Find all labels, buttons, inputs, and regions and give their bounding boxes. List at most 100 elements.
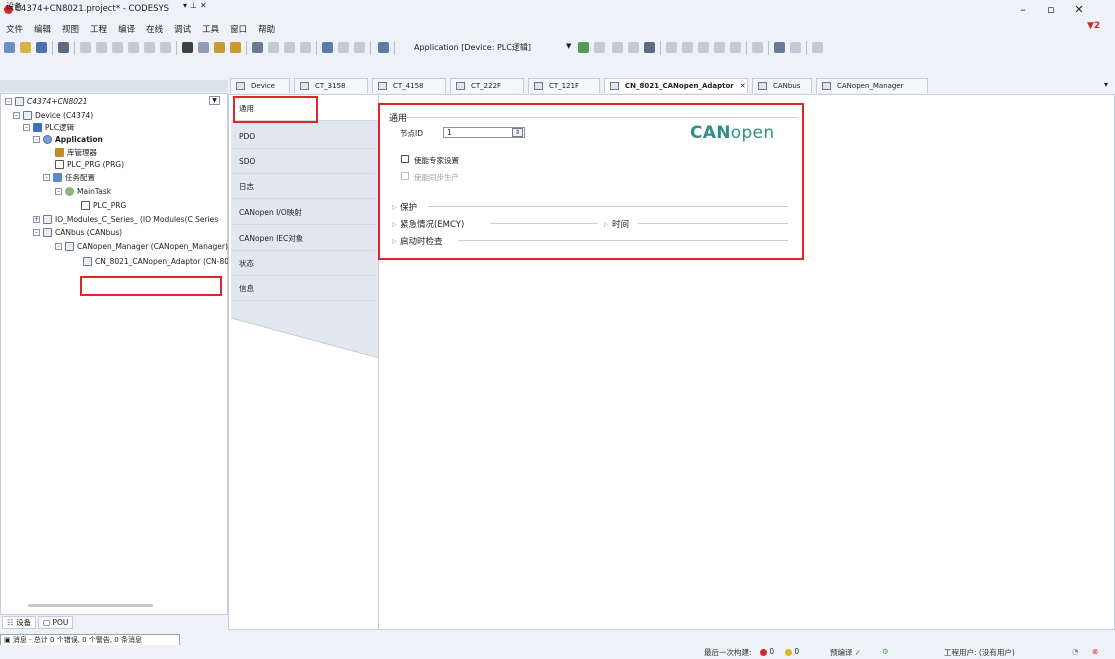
bookmark-next-icon[interactable] (230, 42, 241, 53)
paste-icon[interactable] (144, 42, 155, 53)
sidetab-status[interactable]: 状态 (231, 251, 376, 276)
collapse-icon[interactable]: – (13, 112, 20, 119)
tab-ct121f[interactable]: CT_121F (528, 78, 600, 93)
undo-icon[interactable] (80, 42, 91, 53)
tree-node-plc-prg[interactable]: PLC_PRG (PRG) (55, 159, 124, 170)
close-tab-icon[interactable]: ✕ (740, 82, 746, 90)
monitor-icon[interactable] (812, 42, 823, 53)
tree-node-cn8021-adaptor[interactable]: CN_8021_CANopen_Adaptor (CN-80 (83, 256, 229, 267)
step-out-debug-icon[interactable] (714, 42, 725, 53)
tab-pou[interactable]: ▢ POU (38, 616, 74, 629)
sidetab-information[interactable]: 信息 (231, 276, 376, 301)
insert-icon[interactable] (338, 42, 349, 53)
menu-view[interactable]: 视图 (62, 22, 79, 38)
panel-close-icon[interactable]: ✕ (200, 1, 210, 10)
tab-canopen-manager[interactable]: CANopen_Manager (816, 78, 928, 93)
tree-node-canbus[interactable]: – CANbus (CANbus) (33, 227, 122, 238)
device-icon[interactable] (322, 42, 333, 53)
step-into-debug-icon[interactable] (698, 42, 709, 53)
print-icon[interactable] (58, 42, 69, 53)
sidetab-sdo[interactable]: SDO (231, 149, 376, 174)
force-values-icon[interactable] (774, 42, 785, 53)
find-icon[interactable] (182, 42, 193, 53)
menu-online[interactable]: 在线 (146, 22, 163, 38)
delete-icon[interactable] (160, 42, 171, 53)
tree-node-task-config[interactable]: – 任务配置 (43, 172, 95, 183)
tree-node-plc-prg-call[interactable]: PLC_PRG (81, 200, 126, 211)
menu-tools[interactable]: 工具 (202, 22, 219, 38)
save-icon[interactable] (36, 42, 47, 53)
copy-icon[interactable] (128, 42, 139, 53)
stop-icon[interactable] (628, 42, 639, 53)
tree-node-application[interactable]: – Application (33, 134, 103, 145)
step-icon[interactable] (252, 42, 263, 53)
replace-icon[interactable] (198, 42, 209, 53)
open-project-icon[interactable] (20, 42, 31, 53)
collapse-icon[interactable]: – (23, 124, 30, 131)
login-icon[interactable] (578, 42, 589, 53)
collapse-icon[interactable]: – (5, 98, 12, 105)
step-over-icon[interactable] (268, 42, 279, 53)
unforce-icon[interactable] (790, 42, 801, 53)
tree-node-project[interactable]: – C4374+CN8021 (5, 96, 88, 107)
view-icon[interactable] (378, 42, 389, 53)
tabs-overflow-icon[interactable]: ▾ (1104, 80, 1108, 89)
tree-node-library-manager[interactable]: 库管理器 (55, 147, 97, 158)
properties-icon[interactable] (354, 42, 365, 53)
sidetab-iec-objects[interactable]: CANopen IEC对象 (231, 226, 376, 251)
chevron-down-icon[interactable]: ▼ (566, 42, 571, 50)
collapse-icon[interactable]: – (43, 174, 50, 181)
tree-node-plc-logic[interactable]: – PLC逻辑 (23, 122, 74, 133)
collapse-icon[interactable]: – (55, 243, 62, 250)
tab-ct3158[interactable]: CT_3158 (294, 78, 368, 93)
tab-ct222f[interactable]: CT_222F (450, 78, 524, 93)
reset-icon[interactable] (644, 42, 655, 53)
menu-debug[interactable]: 调试 (174, 22, 191, 38)
sidetab-pdo[interactable]: PDO (231, 124, 376, 149)
collapse-icon[interactable]: – (33, 229, 40, 236)
panel-menu-icon[interactable]: ▾ (183, 1, 190, 10)
write-values-icon[interactable] (752, 42, 763, 53)
stop-status-icon[interactable]: ⊗ (1092, 647, 1098, 656)
notification-badge[interactable]: ▼2 (1087, 21, 1100, 31)
menu-file[interactable]: 文件 (6, 22, 23, 38)
menu-build[interactable]: 编译 (118, 22, 135, 38)
breakpoint-icon[interactable] (666, 42, 677, 53)
tab-canbus[interactable]: CANbus (752, 78, 812, 93)
new-project-icon[interactable] (4, 42, 15, 53)
tree-node-io-modules[interactable]: + IO_Modules_C_Series_ (IO Modules(C Ser… (33, 214, 218, 225)
tab-devices[interactable]: ☷ 设备 (2, 616, 37, 629)
active-application-selector[interactable]: Application [Device: PLC逻辑] (414, 42, 531, 53)
step-into-icon[interactable] (284, 42, 295, 53)
bookmark-icon[interactable] (214, 42, 225, 53)
restore-icon[interactable]: ▫ (1040, 2, 1062, 18)
menu-edit[interactable]: 编辑 (34, 22, 51, 38)
menu-window[interactable]: 窗口 (230, 22, 247, 38)
redo-icon[interactable] (96, 42, 107, 53)
step-out-icon[interactable] (300, 42, 311, 53)
tree-node-canopen-manager[interactable]: – CANopen_Manager (CANopen_Manager) (55, 241, 228, 252)
tree-scroll-arrow-icon[interactable]: ▼ (209, 96, 220, 105)
user-icon[interactable]: ◔ (1072, 647, 1079, 656)
step-over-debug-icon[interactable] (682, 42, 693, 53)
pin-icon[interactable]: ⊥ (190, 1, 200, 10)
horizontal-scrollbar[interactable] (28, 604, 153, 607)
collapse-icon[interactable]: – (33, 136, 40, 143)
run-to-cursor-icon[interactable] (730, 42, 741, 53)
collapse-icon[interactable]: – (55, 188, 62, 195)
cut-icon[interactable] (112, 42, 123, 53)
logout-icon[interactable] (594, 42, 605, 53)
close-icon[interactable]: ✕ (1068, 2, 1090, 18)
expand-icon[interactable]: + (33, 216, 40, 223)
tab-device[interactable]: Device (230, 78, 290, 93)
minimize-icon[interactable]: – (1012, 2, 1034, 18)
start-icon[interactable] (612, 42, 623, 53)
tab-ct4158[interactable]: CT_4158 (372, 78, 446, 93)
tree-node-maintask[interactable]: – MainTask (55, 186, 111, 197)
sidetab-log[interactable]: 日志 (231, 174, 376, 199)
tree-node-device[interactable]: – Device (C4374) (13, 110, 93, 121)
sidetab-io-mapping[interactable]: CANopen I/O映射 (231, 200, 376, 225)
menu-project[interactable]: 工程 (90, 22, 107, 38)
tab-cn8021-adaptor[interactable]: CN_8021_CANopen_Adaptor ✕ (604, 78, 748, 93)
menu-help[interactable]: 帮助 (258, 22, 275, 38)
